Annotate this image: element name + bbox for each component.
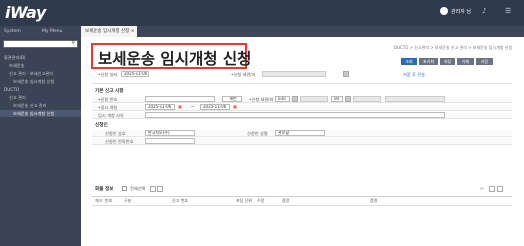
from-date-field[interactable]: 2025-11-06 (145, 104, 175, 110)
breadcrumb: DUCTO > 신고관리 > 보세운송 신고 관리 > 보세운송 임시개청 신청 (394, 45, 513, 50)
lookup-icon[interactable] (345, 96, 351, 102)
reset-button[interactable]: 초기화 (419, 58, 438, 65)
delete-button[interactable]: 삭제 (457, 58, 474, 65)
office-filter-field[interactable] (262, 71, 326, 77)
page-title: 보세운송 임시개청 신청 (98, 50, 252, 68)
col-pack-unit: 포장 단위 (236, 198, 252, 203)
submit-button[interactable]: 저장 (476, 58, 493, 65)
divider (92, 83, 512, 84)
calendar-icon[interactable]: ▦ (178, 104, 182, 109)
phone-field[interactable] (145, 138, 195, 144)
col-check: 체크 (95, 198, 103, 203)
dept-name-field (353, 96, 381, 102)
office-filter-label: •신청 세관/과 (231, 72, 256, 77)
grid-tools[interactable]: ⚇ (480, 186, 484, 191)
reason-label: 임시 개청 사유 (98, 113, 124, 118)
excel-icon[interactable] (489, 186, 495, 192)
select-all-label: 전체선택 (130, 186, 146, 191)
reason-field[interactable] (145, 112, 445, 118)
search-icon[interactable]: ⚲ (71, 40, 75, 46)
search-button[interactable]: 조회 (401, 58, 417, 65)
col-decl-no: 신고 번호 (172, 198, 188, 203)
save-send-label[interactable]: 저장 후 전송 (403, 72, 425, 78)
sidebar-item[interactable]: 보세운송 임시개청 신청 (13, 79, 54, 85)
section-base: 기본 신고 사항 (95, 89, 124, 94)
app-logo: iWay (5, 3, 46, 22)
remove-row-icon[interactable] (157, 186, 163, 192)
to-date-field[interactable]: 2025-11-06 (200, 104, 230, 110)
user-name[interactable]: 관리자 님 (451, 8, 471, 15)
req-date-label: •신청 일자 (98, 72, 118, 77)
req-no-field[interactable] (145, 96, 215, 102)
select-all-checkbox[interactable] (122, 186, 127, 191)
sidebar-item[interactable]: 보세운송 신고 관리 (13, 103, 46, 109)
sidebar-item-selected[interactable]: 보세운송 임시개청 신청 (0, 110, 81, 117)
col-product: 품명 (370, 198, 378, 203)
tab-label: 보세운송 임시개청 신청 × (85, 29, 135, 34)
office-dept-field[interactable]: 00 (331, 96, 343, 102)
grid-header-line (92, 196, 512, 197)
settings-icon[interactable] (497, 186, 503, 192)
sidebar-item[interactable]: 신고 관리 - 보세신고관리 (9, 71, 53, 77)
tab-label: My Menu (42, 29, 63, 34)
office-code-field[interactable]: 030 (275, 96, 290, 102)
phone-label: 신청인 전화번호 (105, 139, 134, 144)
calendar-icon[interactable]: ▦ (233, 104, 237, 109)
transport-date-label: •일시 개청 (98, 105, 118, 110)
col-type: 구분 (124, 198, 132, 203)
sidebar: ⚲ 통관관리(B) 보세운송 신고 관리 - 보세신고관리 보세운송 임시개청 … (0, 37, 81, 246)
tab-my-menu[interactable]: My Menu (38, 26, 80, 37)
extra-field (385, 96, 445, 102)
col-weight: 중량 (282, 198, 290, 203)
company-label: 신청인 상호 (105, 131, 126, 136)
page-title-box: 보세운송 임시개청 신청 (91, 43, 251, 69)
section-applicant: 신청인 (95, 123, 108, 128)
lookup-icon[interactable] (292, 96, 298, 102)
sidebar-search-input[interactable]: ⚲ (3, 40, 78, 48)
office-name-field (300, 96, 328, 102)
tab-system-menu[interactable]: System Menu (0, 26, 34, 45)
section-cargo: 화물 정보 (95, 187, 114, 192)
tab-bonded-transport[interactable]: 보세운송 임시개청 신청 × (81, 26, 137, 37)
applicant-name-label: 신청인 성명 (247, 131, 268, 136)
company-field[interactable]: 한국지오(주) (145, 130, 195, 136)
sidebar-item[interactable]: DUCTO (4, 87, 19, 92)
sidebar-item[interactable]: 통관관리(B) (4, 55, 26, 61)
applicant-name-field[interactable]: 관로할 (275, 130, 325, 136)
avatar[interactable] (440, 7, 448, 15)
office-label: •신청 세관/과 (249, 97, 274, 102)
bell-icon[interactable]: ♪ (482, 7, 486, 15)
col-qty: 수량 (257, 198, 265, 203)
col-no: 번호 (105, 198, 113, 203)
sidebar-item[interactable]: 신고 관리 (9, 95, 26, 101)
new-number-button[interactable]: 채번 (222, 96, 242, 102)
top-bar: iWay 관리자 님 ♪ ☰ (0, 0, 524, 26)
grid-body-line (92, 205, 512, 206)
menu-bar: System Menu My Menu 보세운송 임시개청 신청 × (0, 26, 524, 45)
sidebar-item[interactable]: 보세운송 (9, 63, 24, 69)
date-separator: ~ (191, 104, 195, 109)
lookup-icon[interactable] (343, 71, 349, 77)
req-date-field[interactable]: 2025-11-06 (121, 71, 149, 77)
save-button[interactable]: 저장 (440, 58, 455, 65)
req-no-label: •신청 번호 (98, 97, 118, 102)
settings-icon[interactable]: ☰ (505, 7, 511, 15)
add-row-icon[interactable] (150, 186, 156, 192)
